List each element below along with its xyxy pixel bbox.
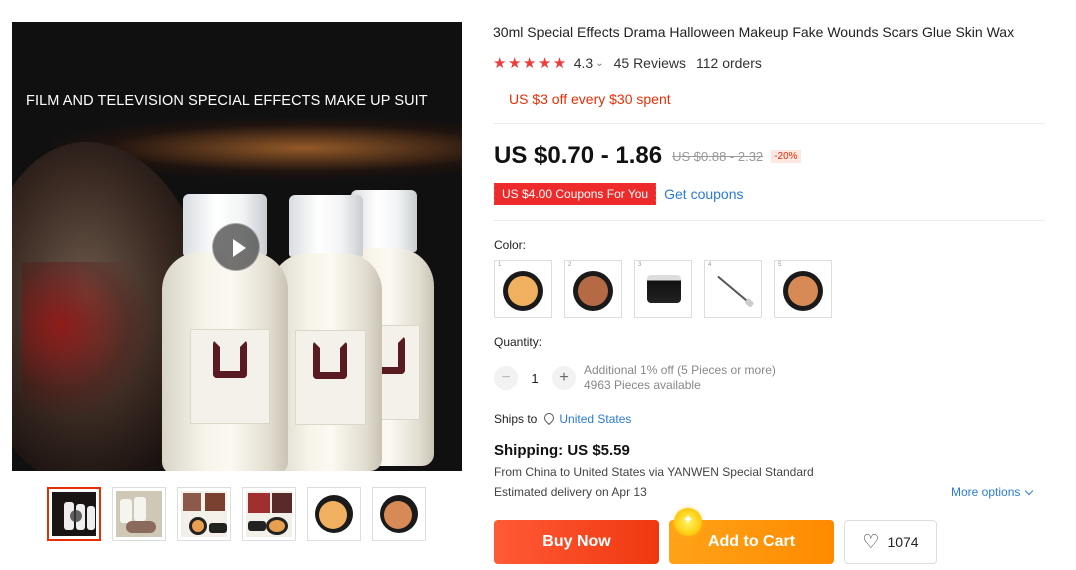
color-option-dark-wax[interactable]: 2	[564, 260, 622, 318]
thumbnail-kit-1[interactable]	[177, 487, 231, 541]
shipping-method: From China to United States via YANWEN S…	[494, 465, 814, 479]
more-options-label: More options	[951, 485, 1021, 499]
rating-value[interactable]: 4.3	[574, 55, 593, 71]
chevron-down-icon[interactable]: ⌄	[595, 58, 603, 69]
main-product-image[interactable]: FILM AND TELEVISION SPECIAL EFFECTS MAKE…	[12, 22, 462, 471]
chevron-down-icon	[1025, 486, 1034, 496]
coupon-tag[interactable]: US $4.00 Coupons For You	[491, 183, 657, 205]
color-option-spatula[interactable]: 4	[704, 260, 762, 318]
ships-to-row: Ships to United States	[494, 412, 631, 426]
quantity-increase-button[interactable]: +	[552, 366, 576, 390]
sparkle-badge-icon	[674, 508, 702, 536]
wishlist-button[interactable]: ♡ 1074	[844, 520, 937, 564]
reviews-link[interactable]: 45 Reviews	[614, 55, 686, 71]
estimated-delivery: Estimated delivery on Apr 13	[494, 485, 647, 499]
zombie-blood	[22, 262, 152, 422]
color-label: Color:	[494, 238, 527, 252]
location-pin-icon	[543, 413, 553, 425]
divider	[493, 220, 1045, 221]
orders-count: 112 orders	[695, 55, 762, 71]
rating-row: ★★★★★ 4.3 ⌄ 45 Reviews 112 orders	[493, 54, 762, 72]
buy-now-button[interactable]: Buy Now	[494, 520, 659, 564]
quantity-info: Additional 1% off (5 Pieces or more) 496…	[584, 363, 776, 393]
ships-to-label: Ships to	[494, 412, 538, 426]
heart-icon: ♡	[862, 530, 880, 553]
original-price: US $0.88 - 2.32	[672, 148, 764, 164]
thumbnail-wax-dark[interactable]	[372, 487, 426, 541]
quantity-input[interactable]: 1	[518, 371, 552, 386]
divider	[493, 123, 1045, 124]
product-title: 30ml Special Effects Drama Halloween Mak…	[493, 24, 1015, 40]
quantity-stepper: − 1 + Additional 1% off (5 Pieces or mor…	[494, 363, 776, 393]
color-option-black-jar[interactable]: 3	[634, 260, 692, 318]
ships-to-country[interactable]: United States	[559, 412, 631, 426]
play-video-button[interactable]	[212, 223, 260, 271]
shipping-cost: Shipping: US $5.59	[494, 442, 630, 459]
thumbnail-video[interactable]	[47, 487, 101, 541]
stock-available: 4963 Pieces available	[584, 378, 701, 392]
color-option-light-wax[interactable]: 1	[494, 260, 552, 318]
thumbnail-wax-light[interactable]	[307, 487, 361, 541]
image-banner-text: FILM AND TELEVISION SPECIAL EFFECTS MAKE…	[26, 93, 428, 109]
price-row: US $0.70 - 1.86 US $0.88 - 2.32 -20%	[494, 142, 801, 170]
bulk-discount-note: Additional 1% off (5 Pieces or more)	[584, 363, 776, 377]
get-coupons-link[interactable]: Get coupons	[664, 186, 743, 202]
star-rating-icon: ★★★★★	[493, 55, 568, 72]
quantity-label: Quantity:	[494, 335, 543, 349]
store-promo[interactable]: US $3 off every $30 spent	[509, 91, 671, 107]
wishlist-count: 1074	[887, 534, 919, 550]
quantity-decrease-button[interactable]: −	[494, 366, 518, 390]
coupon-row: US $4.00 Coupons For You Get coupons	[491, 183, 744, 205]
discount-badge: -20%	[771, 149, 801, 163]
current-price: US $0.70 - 1.86	[494, 142, 663, 169]
color-option-medium-wax[interactable]: 5	[774, 260, 832, 318]
thumbnail-bottles[interactable]	[112, 487, 166, 541]
more-options-link[interactable]: More options	[951, 485, 1034, 499]
thumbnail-kit-2[interactable]	[242, 487, 296, 541]
